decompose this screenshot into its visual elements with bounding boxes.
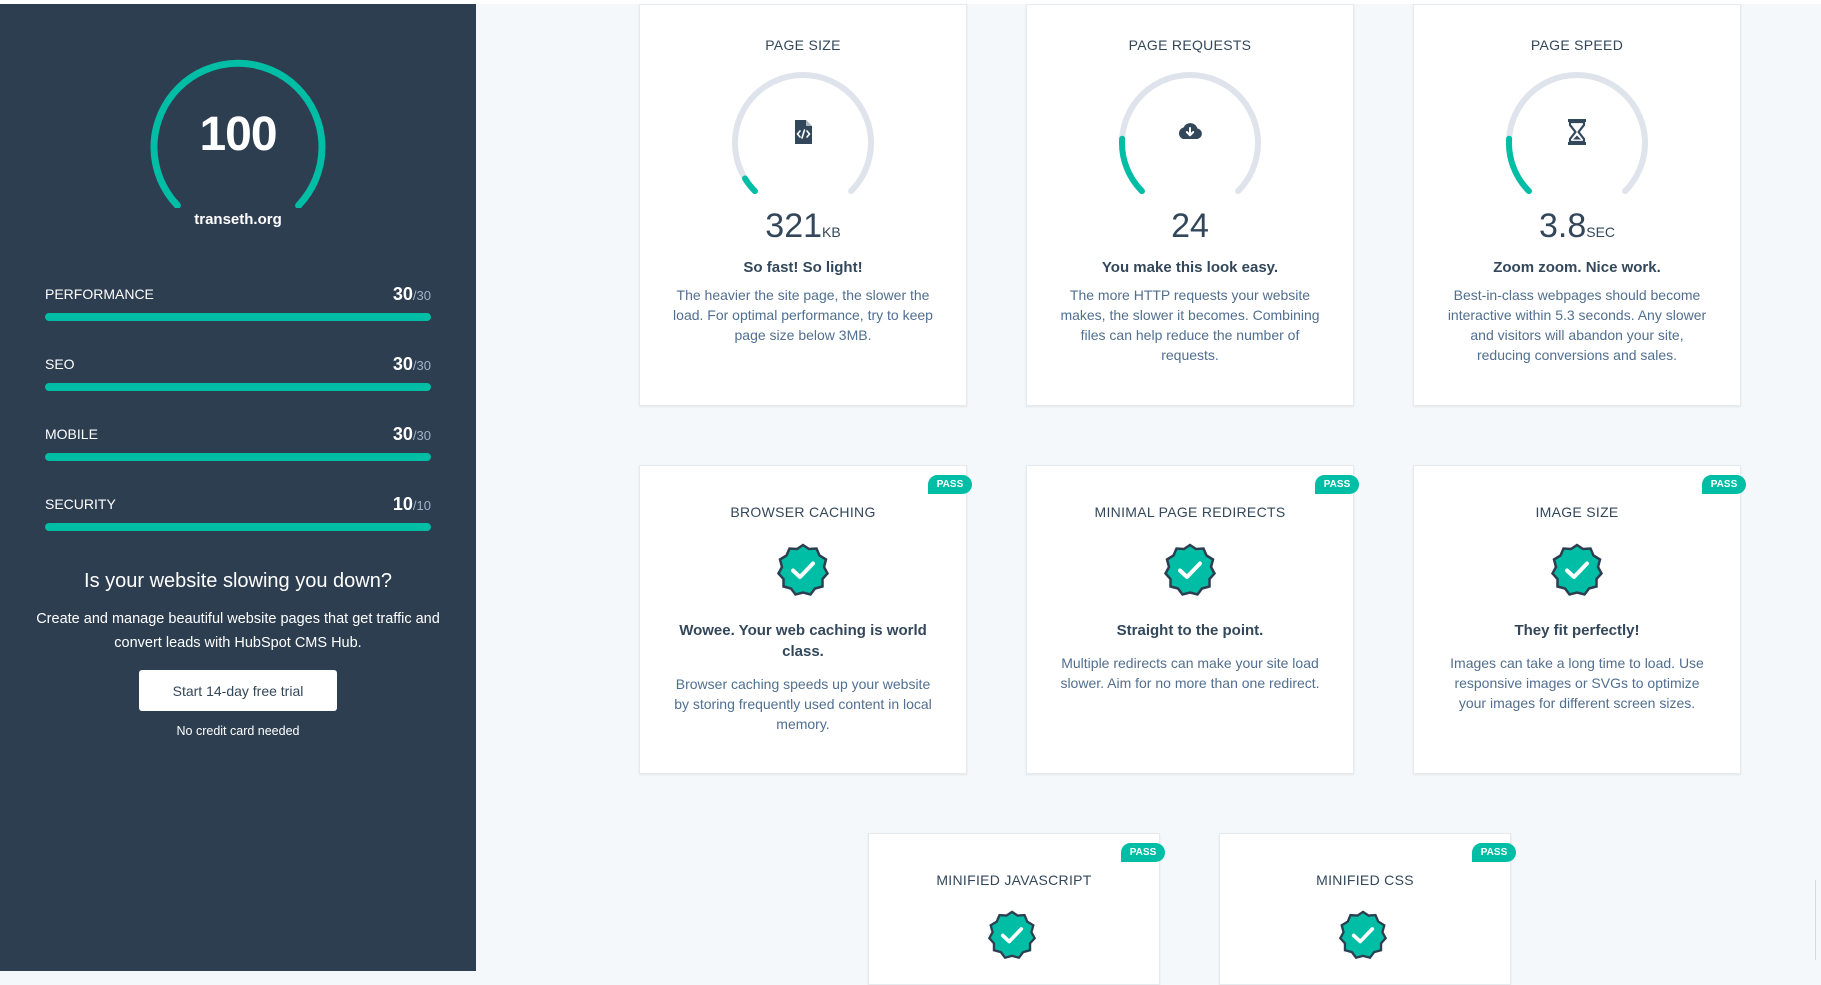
check-badge-icon — [1550, 543, 1604, 596]
card-description: The heavier the site page, the slower th… — [673, 287, 933, 343]
card-description: The more HTTP requests your website make… — [1060, 287, 1320, 363]
metric-progress-bar — [45, 383, 431, 391]
page-requests-card: PAGE REQUESTS 24 You make this look easy… — [1026, 4, 1354, 406]
pass-badge: PASS — [1472, 843, 1516, 862]
metric-score: 30/30 — [392, 424, 431, 444]
metric-mobile: MOBILE 30/30 — [45, 424, 431, 476]
page-requests-value: 24 — [1171, 207, 1209, 245]
metric-progress-bar — [45, 523, 431, 531]
page-size-value: 321KB — [765, 207, 841, 245]
gauge-fill — [742, 175, 758, 195]
pass-badge: PASS — [928, 475, 972, 494]
pass-badge: PASS — [1702, 475, 1746, 494]
metric-label: PERFORMANCE — [45, 286, 154, 302]
check-badge-icon — [987, 910, 1037, 960]
metric-progress-fill — [45, 453, 431, 461]
browser-caching-card: PASS BROWSER CACHING Wowee. Your web cac… — [639, 465, 972, 774]
card-title: MINIFIED CSS — [1316, 872, 1414, 888]
metric-progress-fill — [45, 383, 431, 391]
page-size-card: PAGE SIZE 321KB So fast! So light! The h… — [639, 4, 967, 406]
metric-score: 30/30 — [392, 284, 431, 304]
card-description: Multiple redirects can make your site lo… — [1060, 655, 1320, 691]
card-headline: You make this look easy. — [1101, 259, 1279, 276]
metric-label: SEO — [45, 356, 75, 372]
check-badge-icon — [1338, 910, 1388, 960]
card-headline: So fast! So light! — [743, 259, 863, 276]
card-description: Browser caching speeds up your website b… — [674, 676, 932, 732]
score-sidebar: 100 transeth.org PERFORMANCE 30/30 SEO 3… — [0, 4, 476, 971]
metric-score: 10/10 — [392, 494, 431, 514]
card-title: MINIFIED JAVASCRIPT — [936, 872, 1092, 888]
metric-seo: SEO 30/30 — [45, 354, 431, 406]
card-headline: Straight to the point. — [1116, 622, 1264, 639]
gauge-fill — [1119, 135, 1145, 195]
promo-text: Create and manage beautiful website page… — [36, 611, 440, 651]
scrollbar-edge — [1815, 880, 1816, 960]
card-title: PAGE REQUESTS — [1128, 37, 1252, 53]
card-description: Best-in-class webpages should become int… — [1447, 287, 1707, 363]
card-title: BROWSER CACHING — [730, 504, 876, 520]
metric-score: 30/30 — [392, 354, 431, 374]
hourglass-icon — [1568, 119, 1586, 145]
check-badge-icon — [1163, 543, 1217, 596]
site-domain: transeth.org — [194, 211, 282, 228]
no-credit-card-note: No credit card needed — [176, 724, 300, 738]
promo-title: Is your website slowing you down? — [84, 570, 392, 592]
card-title: PAGE SPEED — [1530, 37, 1624, 53]
card-title: PAGE SIZE — [765, 37, 841, 53]
metric-progress-fill — [45, 313, 431, 321]
card-headline: They fit perfectly! — [1514, 622, 1640, 639]
cloud-download-icon — [1178, 123, 1202, 139]
metric-label: MOBILE — [45, 426, 98, 442]
overall-score: 100 — [199, 108, 277, 161]
metric-progress-fill — [45, 523, 431, 531]
gauge-fill — [1506, 135, 1532, 195]
metric-progress-bar — [45, 453, 431, 461]
card-headline: Wowee. Your web caching is world class. — [679, 622, 927, 660]
pass-badge: PASS — [1121, 843, 1165, 862]
pass-badge: PASS — [1315, 475, 1359, 494]
metric-progress-bar — [45, 313, 431, 321]
metric-security: SECURITY 10/10 — [45, 494, 431, 546]
start-free-trial-button[interactable]: Start 14-day free trial — [139, 670, 337, 711]
metric-performance: PERFORMANCE 30/30 — [45, 284, 431, 336]
minimal-page-redirects-card: PASS MINIMAL PAGE REDIRECTS Straight to … — [1026, 465, 1359, 774]
check-badge-icon — [776, 543, 830, 596]
card-description: Images can take a long time to load. Use… — [1450, 655, 1704, 711]
card-title: MINIMAL PAGE REDIRECTS — [1094, 504, 1286, 520]
metric-label: SECURITY — [45, 496, 116, 512]
page-speed-card: PAGE SPEED 3.8SEC Zoom zoom. Nice work. … — [1413, 4, 1741, 406]
minified-javascript-card: PASS MINIFIED JAVASCRIPT — [868, 833, 1165, 985]
card-title: IMAGE SIZE — [1535, 504, 1619, 520]
minified-css-card: PASS MINIFIED CSS — [1219, 833, 1516, 985]
image-size-card: PASS IMAGE SIZE They fit perfectly! Imag… — [1413, 465, 1746, 774]
card-headline: Zoom zoom. Nice work. — [1493, 259, 1661, 276]
file-code-icon — [795, 120, 812, 144]
page-speed-value: 3.8SEC — [1538, 207, 1616, 245]
